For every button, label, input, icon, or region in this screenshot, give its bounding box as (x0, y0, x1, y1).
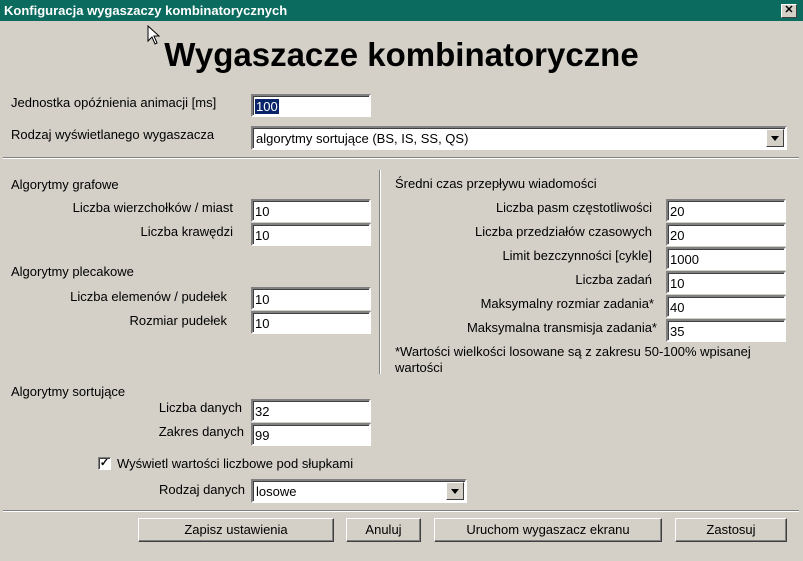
graph-section-title: Algorytmy grafowe (11, 177, 119, 192)
data-type-select[interactable]: losowe (251, 479, 467, 503)
window-title: Konfiguracja wygaszaczy kombinatorycznyc… (4, 3, 288, 18)
idle-limit-label: Limit bezczynności [cykle] (502, 248, 652, 263)
show-values-label: Wyświetl wartości liczbowe pod słupkami (117, 456, 354, 471)
separator-vertical (379, 170, 381, 374)
cancel-button[interactable]: Anuluj (346, 518, 421, 542)
data-range-label: Zakres danych (158, 424, 244, 439)
sorting-section-title: Algorytmy sortujące (11, 384, 126, 399)
data-type-value: losowe (256, 484, 297, 499)
bands-label: Liczba pasm częstotliwości (495, 200, 652, 215)
max-size-input[interactable]: 40 (666, 295, 786, 318)
max-transmission-input[interactable]: 35 (666, 319, 786, 342)
separator-bottom (3, 510, 799, 512)
tasks-label: Liczba zadań (575, 272, 652, 287)
max-transmission-label: Maksymalna transmisja zadania* (466, 320, 657, 335)
separator-top (3, 157, 799, 159)
screensaver-type-select[interactable]: algorytmy sortujące (BS, IS, SS, QS) (251, 126, 787, 150)
screensaver-type-label: Rodzaj wyświetlanego wygaszacza (11, 127, 215, 142)
close-icon: ✕ (784, 4, 794, 16)
bands-input[interactable]: 20 (666, 199, 786, 222)
delay-value: 100 (255, 99, 279, 114)
vertices-input[interactable]: 10 (251, 199, 371, 222)
page-title: Wygaszacze kombinatoryczne (164, 36, 639, 73)
chevron-down-icon[interactable] (446, 482, 464, 500)
apply-button[interactable]: Zastosuj (675, 518, 787, 542)
idle-limit-input[interactable]: 1000 (666, 247, 786, 270)
vertices-label: Liczba wierzchołków / miast (72, 200, 233, 215)
chevron-down-icon[interactable] (766, 129, 784, 147)
close-button[interactable]: ✕ (781, 4, 797, 18)
tasks-input[interactable]: 10 (666, 271, 786, 294)
box-size-label: Rozmiar pudełek (129, 313, 227, 328)
delay-input[interactable]: 100 (251, 94, 371, 117)
show-values-checkbox[interactable]: ✓ (98, 457, 111, 470)
data-count-label: Liczba danych (158, 400, 242, 415)
slots-input[interactable]: 20 (666, 223, 786, 246)
note-line-1: *Wartości wielkości losowane są z zakres… (395, 344, 751, 359)
edges-label: Liczba krawędzi (140, 224, 234, 239)
slots-label: Liczba przedziałów czasowych (474, 224, 652, 239)
data-count-input[interactable]: 32 (251, 399, 371, 422)
messages-section-title: Średni czas przepływu wiadomości (395, 176, 597, 191)
max-size-label: Maksymalny rozmiar zadania* (480, 296, 654, 311)
run-screensaver-button[interactable]: Uruchom wygaszacz ekranu (434, 518, 662, 542)
elements-label: Liczba elemenów / pudełek (70, 289, 227, 304)
edges-input[interactable]: 10 (251, 223, 371, 246)
checkmark-icon: ✓ (99, 457, 110, 469)
delay-label: Jednostka opóźnienia animacji [ms] (11, 95, 217, 110)
note-line-2: wartości (395, 360, 443, 375)
screensaver-type-value: algorytmy sortujące (BS, IS, SS, QS) (256, 131, 469, 146)
data-type-label: Rodzaj danych (159, 482, 245, 497)
elements-input[interactable]: 10 (251, 287, 371, 310)
data-range-input[interactable]: 99 (251, 423, 371, 446)
knapsack-section-title: Algorytmy plecakowe (11, 264, 134, 279)
save-settings-button[interactable]: Zapisz ustawienia (138, 518, 334, 542)
box-size-input[interactable]: 10 (251, 311, 371, 334)
